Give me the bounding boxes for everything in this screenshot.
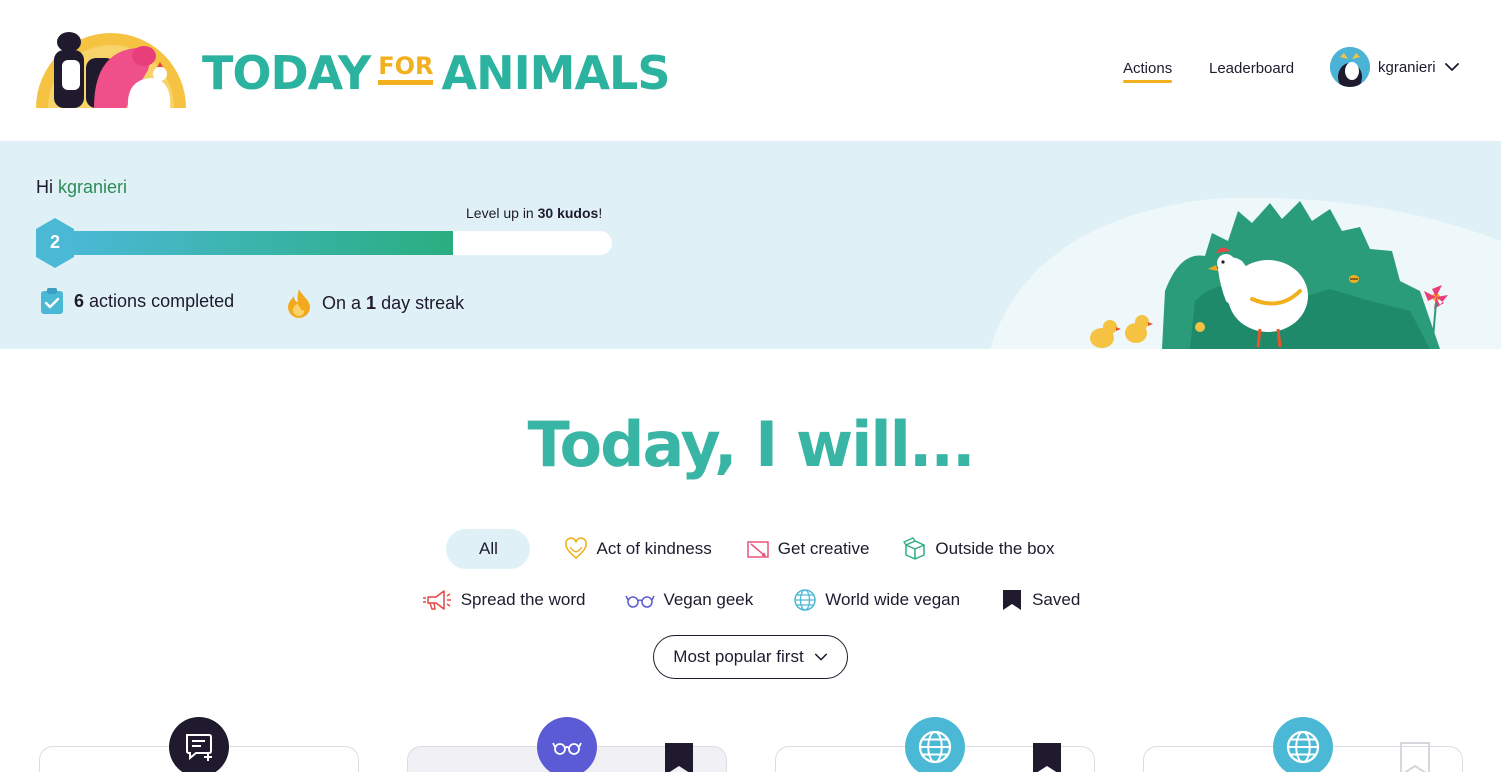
actions-completed-stat: 6 actions completed (40, 288, 234, 314)
level-progress-bar (62, 231, 612, 255)
sort-label: Most popular first (673, 647, 804, 666)
filter-get-creative[interactable]: Get creative (746, 529, 870, 569)
pencil-icon (747, 541, 769, 558)
sort-dropdown[interactable]: Most popular first (653, 635, 848, 679)
filter-spread-the-word[interactable]: Spread the word (421, 580, 586, 620)
filter-get-creative-label: Get creative (777, 539, 870, 558)
filter-world-wide-vegan-label: World wide vegan (825, 590, 961, 609)
glasses-icon (625, 595, 656, 608)
globe-icon (1273, 717, 1333, 772)
streak-prefix: On a (322, 292, 362, 313)
filter-outside-the-box[interactable]: Outside the box (903, 529, 1055, 569)
nav-leaderboard-link[interactable]: Leaderboard (1209, 60, 1294, 77)
filter-all-label: All (479, 539, 498, 558)
levelup-prefix: Level up in (466, 205, 534, 221)
clipboard-check-icon (41, 288, 63, 314)
animals-logo-icon[interactable] (36, 30, 186, 110)
bookmark-saved-icon[interactable] (1031, 741, 1063, 772)
level-number: 2 (49, 232, 60, 252)
wordmark-today: TODAY (202, 46, 371, 100)
heart-icon (565, 537, 588, 559)
bookmark-outline-icon[interactable] (1399, 741, 1431, 772)
streak-suffix: day streak (381, 292, 465, 313)
username-label: kgranieri (1378, 58, 1436, 76)
chevron-down-icon (814, 653, 827, 661)
levelup-amount: 30 kudos (537, 205, 599, 221)
nav-actions-link[interactable]: Actions (1123, 60, 1173, 83)
greeting-username: kgranieri (58, 177, 128, 197)
filter-outside-the-box-label: Outside the box (935, 539, 1055, 558)
greeting: Hi kgranieri (36, 177, 127, 198)
progress-hero: Hi kgranieri Level up in 30 kudos! 2 6 a… (0, 141, 1501, 349)
page-headline: Today, I will... (527, 408, 975, 481)
bookmark-icon (1003, 590, 1022, 610)
globe-icon (905, 717, 965, 772)
chevron-down-icon[interactable] (1444, 59, 1460, 75)
flame-icon (288, 289, 310, 318)
filter-saved-label: Saved (1032, 590, 1081, 609)
filter-row-2: Spread the word Vegan geek World wide ve… (0, 580, 1501, 620)
filter-vegan-geek[interactable]: Vegan geek (625, 580, 753, 620)
user-menu[interactable]: kgranieri (1330, 47, 1460, 87)
wordmark-animals: ANIMALS (441, 46, 670, 100)
megaphone-icon (422, 590, 451, 610)
bookmark-saved-icon[interactable] (663, 741, 695, 772)
level-progress-fill (62, 231, 453, 255)
wordmark[interactable]: TODAY FOR ANIMALS (202, 46, 671, 100)
filter-act-of-kindness-label: Act of kindness (596, 539, 712, 558)
streak-stat: On a 1 day streak (286, 288, 464, 318)
filter-world-wide-vegan[interactable]: World wide vegan (793, 580, 960, 620)
levelup-suffix: ! (598, 205, 603, 221)
glasses-icon (537, 717, 597, 772)
chat-add-icon (169, 717, 229, 772)
filter-saved[interactable]: Saved (1000, 580, 1080, 620)
actions-label: actions completed (89, 290, 235, 311)
cow-avatar-icon (1330, 47, 1370, 87)
actions-count: 6 (74, 290, 85, 311)
filter-act-of-kindness[interactable]: Act of kindness (564, 529, 712, 569)
streak-count: 1 (366, 292, 377, 313)
filter-spread-the-word-label: Spread the word (460, 590, 586, 609)
greeting-text: Hi (36, 177, 53, 197)
chicken-illustration (990, 181, 1501, 349)
filter-row-1: All Act of kindness Get creative Outside… (0, 529, 1501, 569)
site-header: TODAY FOR ANIMALS Actions Leaderboard kg… (0, 0, 1501, 141)
filter-vegan-geek-label: Vegan geek (663, 590, 754, 609)
filter-all[interactable]: All (446, 529, 531, 569)
level-badge: 2 (36, 218, 74, 268)
box-icon (903, 537, 926, 560)
globe-icon (794, 589, 817, 611)
levelup-text: Level up in 30 kudos! (466, 205, 602, 221)
wordmark-for: FOR (378, 54, 434, 85)
